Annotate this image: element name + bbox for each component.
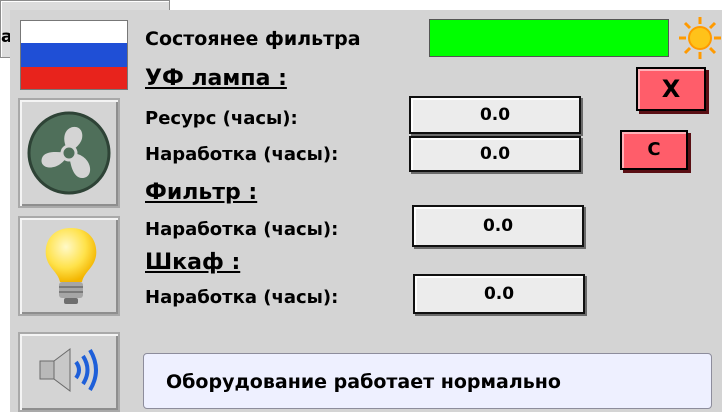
- russian-flag-icon[interactable]: [20, 20, 128, 90]
- cabinet-runtime-label: Наработка (часы):: [145, 287, 339, 308]
- uv-lamp-title: УФ лампа :: [145, 66, 287, 91]
- filter-state-indicator: [429, 19, 669, 57]
- uv-runtime-value: 0.0: [409, 136, 581, 172]
- status-message: Оборудование работает нормально: [143, 353, 712, 409]
- reset-button[interactable]: C: [620, 130, 688, 170]
- filter-runtime-label: Наработка (часы):: [145, 219, 339, 240]
- sun-icon: [679, 17, 721, 59]
- cabinet-title: Шкаф :: [145, 250, 241, 275]
- uv-resource-value: 0.0: [409, 96, 581, 134]
- filter-title: Фильтр :: [145, 180, 258, 205]
- fan-button[interactable]: [18, 98, 120, 208]
- sound-button[interactable]: [18, 332, 120, 412]
- speaker-icon: [39, 348, 98, 392]
- uv-resource-label: Ресурс (часы):: [145, 108, 298, 129]
- filter-state-label: Состоянее фильтра: [145, 28, 361, 50]
- cabinet-runtime-value: 0.0: [413, 274, 585, 314]
- fan-icon: [27, 111, 111, 195]
- close-button[interactable]: X: [636, 67, 706, 111]
- filter-runtime-value: 0.0: [412, 205, 584, 247]
- light-bulb-icon: [45, 228, 97, 304]
- uv-runtime-label: Наработка (часы):: [145, 144, 339, 165]
- lamp-button[interactable]: [18, 216, 120, 316]
